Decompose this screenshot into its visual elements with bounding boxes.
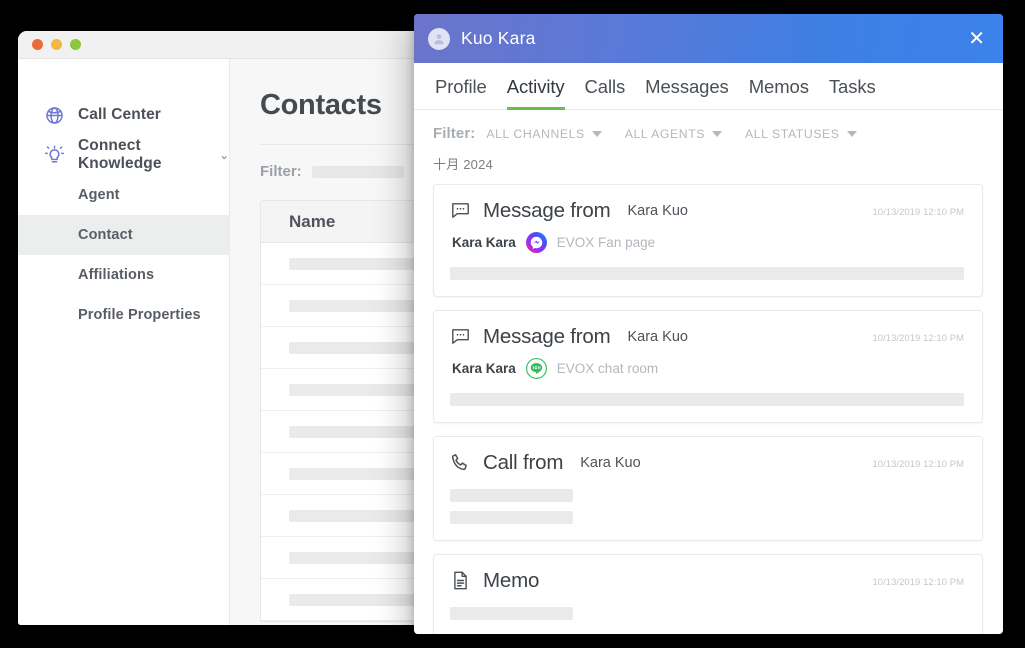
card-subheader: Kara Kara EVOX Fan page xyxy=(452,232,964,253)
activity-card[interactable]: Message from Kara Kuo 10/13/2019 12:10 PM K… xyxy=(433,184,983,297)
sidebar: Call Center Connect Knowledge ⌄ Agent Co… xyxy=(18,59,230,625)
skeleton-line xyxy=(450,607,573,620)
card-title: Message from xyxy=(483,325,611,348)
sidebar-item-label: Profile Properties xyxy=(78,307,201,323)
skeleton-line xyxy=(450,393,964,406)
card-sub-name: Kara Kara xyxy=(452,235,516,250)
column-header-name: Name xyxy=(289,211,336,231)
month-separator-label: 十月 2024 xyxy=(433,157,493,172)
message-bubble-icon xyxy=(450,326,472,348)
globe-icon xyxy=(44,105,65,126)
card-sub-name: Kara Kara xyxy=(452,361,516,376)
user-avatar-icon xyxy=(428,27,450,50)
filter-select[interactable] xyxy=(311,165,404,178)
modal-body: Filter: ALL CHANNELS ALL AGENTS ALL STAT… xyxy=(414,110,1003,634)
sidebar-item-connect-knowledge[interactable]: Connect Knowledge ⌄ xyxy=(18,135,229,175)
filter-label: Filter: xyxy=(260,163,302,180)
sidebar-item-label: Agent xyxy=(78,187,120,203)
skeleton-line xyxy=(450,267,964,280)
window-minimize-button[interactable] xyxy=(51,39,62,50)
filter-all-channels[interactable]: ALL CHANNELS xyxy=(486,126,602,141)
modal-title: Kuo Kara xyxy=(461,28,536,48)
card-timestamp: 10/13/2019 12:10 PM xyxy=(872,205,964,217)
screenshot-root: Call Center Connect Knowledge ⌄ Agent Co… xyxy=(0,0,1025,648)
tab-activity[interactable]: Activity xyxy=(506,76,565,110)
card-person: Kara Kuo xyxy=(580,455,641,471)
skeleton-line xyxy=(450,511,573,524)
activity-card-list: Message from Kara Kuo 10/13/2019 12:10 PM K… xyxy=(433,184,983,634)
filter-label-text: ALL STATUSES xyxy=(745,126,840,141)
card-channel-name: EVOX Fan page xyxy=(556,235,656,250)
card-header: Call from Kara Kuo 10/13/2019 12:10 PM xyxy=(450,451,964,475)
chevron-down-icon xyxy=(591,130,602,137)
filter-label: Filter: xyxy=(433,125,476,142)
sidebar-item-call-center[interactable]: Call Center xyxy=(18,95,229,135)
sidebar-item-contact[interactable]: Contact xyxy=(18,215,229,255)
modal-header: Kuo Kara ✕ xyxy=(414,14,1003,63)
sidebar-item-profile-properties[interactable]: Profile Properties xyxy=(18,295,229,335)
sidebar-item-label: Affiliations xyxy=(78,267,155,283)
card-header: Message from Kara Kuo 10/13/2019 12:10 PM xyxy=(450,325,964,349)
activity-card[interactable]: Message from Kara Kuo 10/13/2019 12:10 PM K… xyxy=(433,310,983,423)
lightbulb-icon xyxy=(44,145,65,166)
card-title: Message from xyxy=(483,199,611,222)
sidebar-item-agent[interactable]: Agent xyxy=(18,175,229,215)
card-channel-name: EVOX chat room xyxy=(556,361,659,376)
sidebar-item-label: Contact xyxy=(78,227,133,243)
skeleton-line xyxy=(450,489,573,502)
chevron-down-icon xyxy=(846,130,857,137)
card-timestamp: 10/13/2019 12:10 PM xyxy=(872,331,964,343)
chevron-down-icon[interactable]: ⌄ xyxy=(220,150,229,162)
card-timestamp: 10/13/2019 12:10 PM xyxy=(872,457,964,469)
activity-filter-row: Filter: ALL CHANNELS ALL AGENTS ALL STAT… xyxy=(433,125,983,142)
chevron-down-icon xyxy=(712,130,723,137)
document-icon xyxy=(450,570,472,592)
modal-tabbar: Profile Activity Calls Messages Memos Tasks xyxy=(414,63,1003,110)
line-chat-icon xyxy=(525,358,547,379)
sidebar-item-label: Call Center xyxy=(78,106,161,123)
card-subheader: Kara Kara EVOX chat room xyxy=(452,358,964,379)
tab-profile[interactable]: Profile xyxy=(435,76,487,110)
activity-card[interactable]: Call from Kara Kuo 10/13/2019 12:10 PM xyxy=(433,436,983,541)
card-title: Memo xyxy=(483,569,540,592)
tab-memos[interactable]: Memos xyxy=(749,76,809,110)
window-close-button[interactable] xyxy=(32,39,43,50)
close-icon[interactable]: ✕ xyxy=(966,25,987,53)
phone-icon xyxy=(450,452,472,474)
tab-calls[interactable]: Calls xyxy=(585,76,626,110)
filter-all-statuses[interactable]: ALL STATUSES xyxy=(745,127,857,141)
card-header: Message from Kara Kuo 10/13/2019 12:10 PM xyxy=(450,199,964,223)
filter-label-text: ALL AGENTS xyxy=(624,126,706,141)
facebook-messenger-icon xyxy=(525,232,547,253)
filter-all-agents[interactable]: ALL AGENTS xyxy=(624,126,723,141)
tab-messages[interactable]: Messages xyxy=(645,76,729,110)
card-person: Kara Kuo xyxy=(627,329,688,345)
activity-card[interactable]: Memo 10/13/2019 12:10 PM xyxy=(433,554,983,634)
sidebar-item-label: Connect Knowledge xyxy=(78,137,162,172)
tab-tasks[interactable]: Tasks xyxy=(829,76,876,110)
window-maximize-button[interactable] xyxy=(70,39,81,50)
contact-detail-modal: Kuo Kara ✕ Profile Activity Calls Messages M… xyxy=(414,14,1003,634)
filter-label-text: ALL CHANNELS xyxy=(486,126,585,141)
card-header: Memo 10/13/2019 12:10 PM xyxy=(450,569,964,593)
card-title: Call from xyxy=(483,451,564,474)
sidebar-item-affiliations[interactable]: Affiliations xyxy=(18,255,229,295)
message-bubble-icon xyxy=(450,200,472,222)
card-timestamp: 10/13/2019 12:10 PM xyxy=(872,575,964,587)
card-person: Kara Kuo xyxy=(627,203,688,219)
